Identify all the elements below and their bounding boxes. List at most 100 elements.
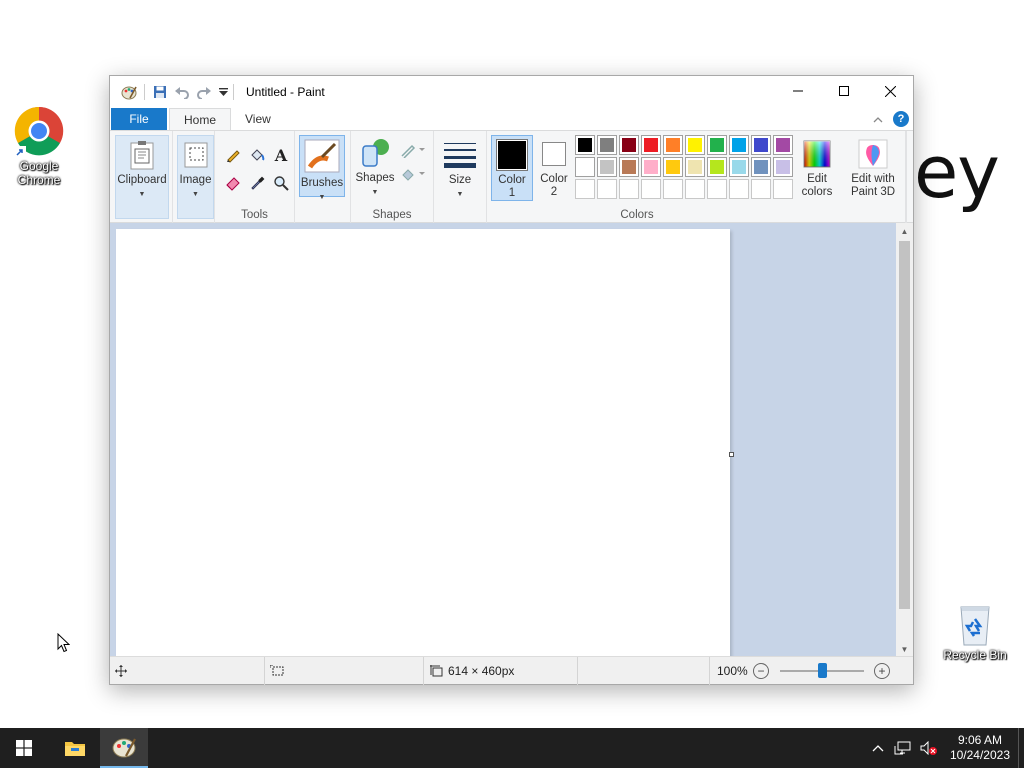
edit-colors-label: Edit colors — [801, 173, 833, 198]
maximize-button[interactable] — [821, 76, 867, 106]
line-size-icon — [444, 139, 476, 171]
palette-custom-slot[interactable] — [729, 179, 749, 199]
brush-icon — [302, 138, 342, 174]
shapes-button[interactable]: Shapes ▼ — [355, 135, 395, 201]
tab-home[interactable]: Home — [169, 108, 232, 130]
paint3d-group — [906, 131, 907, 223]
show-desktop-button[interactable] — [1018, 728, 1024, 768]
desktop-icon-recycle-bin[interactable]: Recycle Bin — [937, 603, 1013, 662]
save-icon[interactable] — [149, 81, 171, 103]
close-button[interactable] — [867, 76, 913, 106]
palette-swatch[interactable] — [729, 135, 749, 155]
color1-button[interactable]: Color 1 — [491, 135, 533, 201]
separator — [144, 84, 145, 100]
palette-custom-slot[interactable] — [707, 179, 727, 199]
palette-swatch[interactable] — [663, 157, 683, 177]
minimize-button[interactable] — [775, 76, 821, 106]
palette-custom-slot[interactable] — [575, 179, 595, 199]
palette-swatch[interactable] — [575, 135, 595, 155]
dropdown-arrow-icon: ▼ — [456, 191, 464, 198]
edit-colors-button[interactable]: Edit colors — [796, 135, 838, 201]
edit-with-paint3d-button[interactable]: Edit with Paint 3D — [844, 135, 902, 201]
image-button[interactable]: Image ▼ — [177, 135, 214, 219]
magnifier-icon[interactable] — [270, 172, 292, 194]
palette-custom-slot[interactable] — [773, 179, 793, 199]
text-tool-icon[interactable]: A — [270, 144, 292, 166]
brushes-button[interactable]: Brushes ▼ — [299, 135, 345, 201]
close-icon — [884, 85, 896, 97]
palette-swatch[interactable] — [641, 157, 661, 177]
palette-custom-slot[interactable] — [663, 179, 683, 199]
palette-swatch[interactable] — [773, 135, 793, 155]
help-icon[interactable]: ? — [893, 111, 909, 127]
paint-taskbar-icon — [112, 738, 136, 758]
palette-swatch[interactable] — [707, 157, 727, 177]
canvas-resize-handle-right[interactable] — [729, 452, 734, 457]
redo-icon[interactable] — [193, 81, 215, 103]
eraser-icon[interactable] — [222, 172, 244, 194]
palette-custom-slot[interactable] — [619, 179, 639, 199]
color2-label: Color 2 — [540, 173, 568, 198]
minimize-icon — [793, 90, 803, 92]
folder-icon — [65, 742, 85, 756]
network-icon[interactable] — [894, 741, 912, 755]
palette-swatch[interactable] — [751, 157, 771, 177]
tab-file[interactable]: File — [111, 108, 167, 130]
paint-app-icon[interactable] — [118, 81, 140, 103]
zoom-in-icon[interactable]: + — [874, 663, 890, 679]
taskbar-file-explorer[interactable] — [51, 728, 99, 768]
fill-icon[interactable] — [399, 163, 427, 185]
taskbar: 9:06 AM 10/24/2023 — [0, 728, 1024, 768]
show-hidden-icons-icon[interactable] — [872, 744, 884, 752]
outline-icon[interactable] — [399, 139, 427, 161]
drawing-canvas[interactable] — [116, 229, 730, 657]
palette-custom-slot[interactable] — [641, 179, 661, 199]
edit-with-paint3d-label: Edit with Paint 3D — [850, 173, 896, 198]
dropdown-arrow-icon: ▼ — [192, 191, 199, 198]
palette-swatch[interactable] — [685, 157, 705, 177]
volume-muted-icon[interactable] — [920, 741, 938, 755]
color-picker-icon[interactable] — [246, 172, 268, 194]
chrome-icon — [14, 106, 64, 158]
desktop-icon-chrome[interactable]: Google Chrome — [1, 106, 77, 187]
palette-swatch[interactable] — [597, 157, 617, 177]
clipboard-button[interactable]: Clipboard ▼ — [115, 135, 169, 219]
palette-swatch[interactable] — [707, 135, 727, 155]
palette-swatch[interactable] — [619, 135, 639, 155]
collapse-ribbon-icon[interactable] — [873, 116, 883, 123]
pencil-icon[interactable] — [222, 144, 244, 166]
tab-view[interactable]: View — [231, 108, 285, 130]
start-button[interactable] — [0, 728, 48, 768]
palette-swatch[interactable] — [597, 135, 617, 155]
palette-swatch[interactable] — [729, 157, 749, 177]
color2-button[interactable]: Color 2 — [535, 135, 573, 201]
palette-swatch[interactable] — [773, 157, 793, 177]
image-size-icon — [430, 665, 443, 677]
palette-swatch[interactable] — [751, 135, 771, 155]
system-clock[interactable]: 9:06 AM 10/24/2023 — [942, 733, 1018, 763]
vertical-scrollbar[interactable]: ▲ ▼ — [896, 223, 913, 657]
customize-toolbar-icon[interactable] — [215, 81, 231, 103]
palette-swatch[interactable] — [663, 135, 683, 155]
zoom-slider-thumb[interactable] — [817, 663, 827, 678]
fill-bucket-icon[interactable] — [246, 144, 268, 166]
size-button[interactable]: Size ▼ — [438, 135, 482, 201]
palette-swatch[interactable] — [641, 135, 661, 155]
size-label: Size — [448, 174, 472, 186]
palette-swatch[interactable] — [575, 157, 595, 177]
scroll-down-icon[interactable]: ▼ — [896, 641, 913, 657]
system-tray: 9:06 AM 10/24/2023 — [872, 728, 1024, 768]
palette-custom-slot[interactable] — [685, 179, 705, 199]
clipboard-icon — [126, 139, 158, 171]
palette-swatch[interactable] — [685, 135, 705, 155]
palette-custom-slot[interactable] — [597, 179, 617, 199]
zoom-out-icon[interactable]: − — [753, 663, 769, 679]
undo-icon[interactable] — [171, 81, 193, 103]
selection-size-icon — [270, 665, 284, 676]
scrollbar-thumb[interactable] — [899, 241, 910, 609]
taskbar-paint[interactable] — [100, 728, 148, 768]
palette-swatch[interactable] — [619, 157, 639, 177]
scroll-up-icon[interactable]: ▲ — [896, 223, 913, 239]
palette-custom-slot[interactable] — [751, 179, 771, 199]
selection-size-cell — [265, 657, 424, 685]
